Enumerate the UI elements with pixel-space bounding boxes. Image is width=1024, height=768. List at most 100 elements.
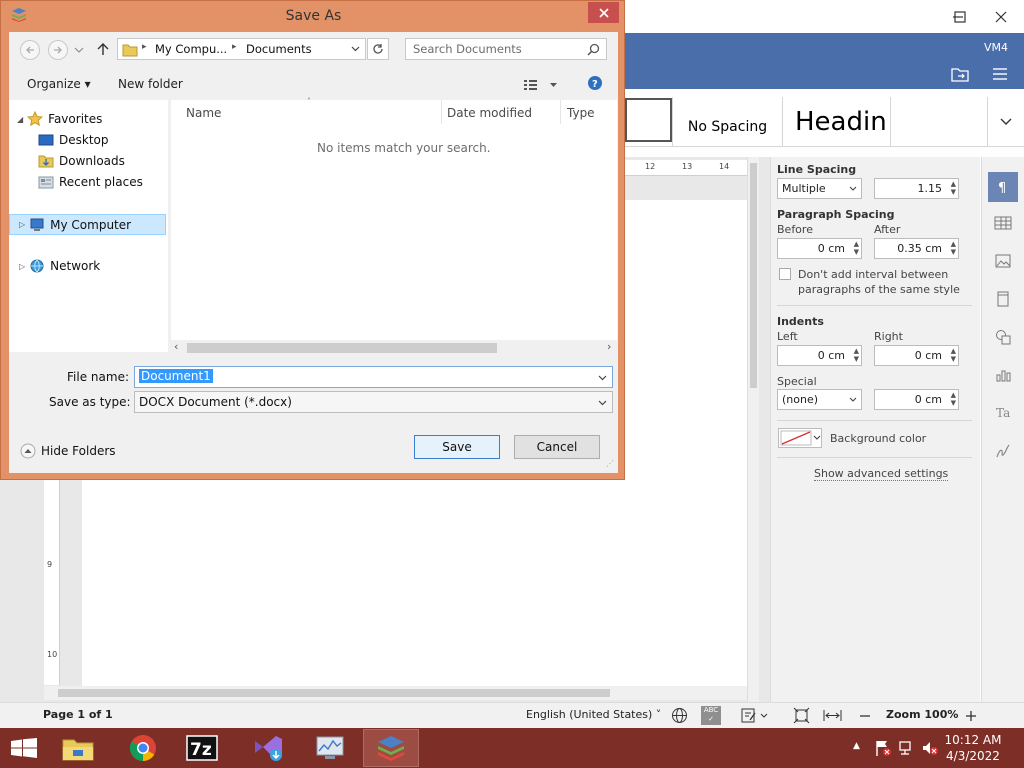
shape-settings-tab[interactable] — [991, 325, 1015, 349]
tree-item-desktop[interactable]: Desktop — [38, 132, 109, 148]
resize-grip-icon[interactable]: ⋰ — [606, 459, 614, 468]
tree-item-downloads[interactable]: Downloads — [38, 153, 125, 169]
new-folder-button[interactable]: New folder — [118, 77, 183, 91]
system-clock[interactable]: 10:12 AM 4/3/2022 — [938, 732, 1008, 764]
scroll-left-icon[interactable]: ‹ — [174, 340, 178, 353]
page-counter[interactable]: Page 1 of 1 — [43, 708, 113, 721]
network-status[interactable] — [898, 739, 916, 757]
paragraph-settings-tab[interactable]: ¶ — [988, 172, 1018, 202]
back-button[interactable] — [20, 40, 40, 60]
breadcrumb-documents[interactable]: Documents — [246, 42, 312, 56]
organize-menu[interactable]: Organize ▾ — [27, 77, 91, 91]
help-button[interactable]: ? — [587, 75, 603, 91]
taskbar-resource-monitor[interactable] — [302, 729, 358, 767]
start-button[interactable] — [10, 738, 38, 758]
taskbar-chrome[interactable] — [115, 729, 171, 767]
taskbar-visual-studio-installer[interactable] — [240, 729, 296, 767]
close-window-button[interactable] — [981, 0, 1021, 33]
spacing-before-field[interactable]: 0 cm ▲ ▼ — [777, 238, 862, 259]
style-normal[interactable] — [625, 98, 672, 142]
document-language-button[interactable] — [671, 707, 688, 724]
recent-locations-button[interactable] — [73, 44, 85, 56]
zoom-level[interactable]: Zoom 100% — [886, 708, 958, 721]
column-header-name[interactable]: Name — [186, 106, 221, 120]
spin-arrows-icon[interactable]: ▲ ▼ — [951, 391, 956, 407]
tree-item-my-computer[interactable]: ▷ My Computer — [9, 214, 166, 235]
show-hidden-icons-button[interactable]: ▲ — [853, 741, 860, 751]
zoom-in-button[interactable] — [964, 707, 978, 724]
background-color-picker[interactable] — [778, 428, 822, 448]
close-icon — [598, 7, 609, 18]
dialog-close-button[interactable] — [588, 2, 619, 23]
change-view-button[interactable] — [523, 77, 561, 93]
column-header-date-modified[interactable]: Date modified — [447, 106, 532, 120]
spin-arrows-icon[interactable]: ▲ ▼ — [854, 240, 859, 256]
hide-folders-toggle[interactable]: Hide Folders — [20, 442, 116, 460]
file-list[interactable]: ˄ Name Date modified Type No items match… — [171, 97, 617, 352]
style-no-spacing[interactable]: No Spacing — [672, 97, 782, 146]
taskbar-7zip[interactable]: 7z — [174, 729, 230, 767]
line-spacing-mode-select[interactable]: Multiple — [777, 178, 862, 199]
spin-arrows-icon[interactable]: ▲ ▼ — [854, 347, 859, 363]
column-divider[interactable] — [441, 100, 442, 124]
spacing-after-field[interactable]: 0.35 cm ▲ ▼ — [874, 238, 959, 259]
save-as-type-select[interactable]: DOCX Document (*.docx) — [134, 391, 613, 413]
zoom-out-button[interactable] — [858, 707, 872, 724]
indent-right-field[interactable]: 0 cm ▲ ▼ — [874, 345, 959, 366]
track-changes-button[interactable] — [741, 707, 769, 724]
forward-button[interactable] — [48, 40, 68, 60]
column-divider[interactable] — [560, 100, 561, 124]
action-center-flag[interactable] — [874, 739, 892, 757]
scroll-right-icon[interactable]: › — [607, 340, 611, 353]
scroll-thumb[interactable] — [58, 689, 610, 697]
scroll-thumb[interactable] — [187, 343, 497, 353]
special-indent-field[interactable]: 0 cm ▲ ▼ — [874, 389, 959, 410]
no-interval-checkbox[interactable] — [779, 268, 791, 280]
column-header-type[interactable]: Type — [567, 106, 595, 120]
search-input[interactable]: Search Documents — [405, 38, 607, 60]
tree-item-favorites[interactable]: ◢ Favorites — [17, 111, 102, 127]
menu-button[interactable] — [991, 66, 1009, 82]
chart-settings-tab[interactable] — [991, 363, 1015, 387]
breadcrumb-my-computer[interactable]: My Compu... — [155, 42, 227, 56]
tree-item-network[interactable]: ▷ Network — [19, 258, 100, 274]
refresh-button[interactable] — [367, 38, 389, 60]
spin-arrows-icon[interactable]: ▲ ▼ — [951, 240, 956, 256]
line-spacing-value[interactable]: 1.15 ▲ ▼ — [874, 178, 959, 199]
table-settings-tab[interactable] — [991, 211, 1015, 235]
cancel-button[interactable]: Cancel — [514, 435, 600, 459]
scroll-thumb[interactable] — [750, 163, 757, 388]
file-name-input[interactable]: Document1 — [134, 366, 613, 388]
spell-check-button[interactable]: ABC ✓ — [701, 706, 721, 725]
file-list-horizontal-scrollbar[interactable]: ‹ › — [171, 340, 617, 355]
collapsed-arrow-icon: ▷ — [19, 220, 26, 229]
horizontal-scrollbar[interactable] — [44, 686, 747, 700]
special-indent-select[interactable]: (none) — [777, 389, 862, 410]
open-location-button[interactable] — [950, 65, 970, 83]
maximize-button[interactable] — [940, 0, 980, 33]
signature-settings-tab[interactable] — [991, 439, 1015, 463]
taskbar-onlyoffice[interactable] — [363, 729, 419, 767]
spin-arrows-icon[interactable]: ▲ ▼ — [951, 347, 956, 363]
address-bar[interactable]: ▸ My Compu... ▸ Documents — [117, 38, 366, 60]
fit-page-button[interactable] — [793, 707, 810, 724]
taskbar-file-explorer[interactable] — [50, 729, 106, 767]
image-settings-tab[interactable] — [991, 249, 1015, 273]
volume-muted[interactable] — [921, 739, 939, 757]
save-button[interactable]: Save — [414, 435, 500, 459]
style-empty[interactable] — [890, 97, 987, 146]
chevron-down-icon — [849, 397, 857, 402]
show-advanced-settings-link[interactable]: Show advanced settings — [814, 467, 949, 481]
tree-item-recent-places[interactable]: Recent places — [38, 174, 143, 190]
search-icon — [587, 43, 600, 56]
up-button[interactable] — [95, 41, 111, 57]
spin-arrows-icon[interactable]: ▲ ▼ — [951, 180, 956, 196]
language-selector[interactable]: English (United States) ˅ — [526, 708, 661, 721]
style-gallery-expand[interactable] — [987, 97, 1024, 146]
vertical-scrollbar[interactable] — [747, 157, 759, 702]
style-heading[interactable]: Headin — [782, 97, 890, 146]
header-footer-settings-tab[interactable] — [991, 287, 1015, 311]
indent-left-field[interactable]: 0 cm ▲ ▼ — [777, 345, 862, 366]
fit-width-button[interactable] — [823, 707, 842, 724]
text-art-settings-tab[interactable]: Ta — [991, 401, 1015, 425]
